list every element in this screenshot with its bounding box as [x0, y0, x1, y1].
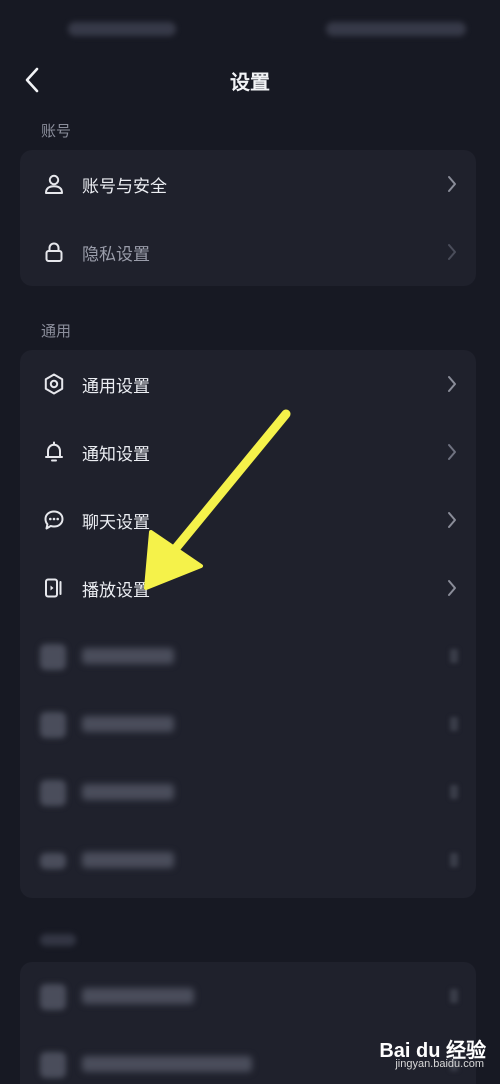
bell-icon	[41, 439, 67, 465]
blurred-label	[82, 1056, 252, 1072]
blurred-icon	[40, 644, 66, 670]
row-label: 账号与安全	[82, 177, 167, 197]
blurred-row[interactable]	[20, 758, 476, 826]
chevron-right-icon	[446, 443, 458, 461]
gear-icon	[41, 371, 67, 397]
chevron-right-icon	[450, 717, 458, 731]
blurred-label	[82, 716, 174, 732]
general-card: 通用设置 通知设置 聊天设置 播放设置	[20, 350, 476, 898]
chat-bubble-icon	[41, 507, 67, 533]
row-playback-settings[interactable]: 播放设置	[20, 554, 476, 622]
blurred-icon	[40, 780, 66, 806]
row-label: 通用设置	[82, 377, 150, 397]
section-label-account: 账号	[41, 122, 72, 140]
chevron-right-icon	[450, 785, 458, 799]
chevron-right-icon	[450, 853, 458, 867]
page-title: 设置	[230, 70, 270, 94]
blurred-label	[82, 988, 194, 1004]
play-device-icon	[41, 575, 67, 601]
row-privacy[interactable]: 隐私设置	[20, 218, 476, 286]
blurred-row[interactable]	[20, 690, 476, 758]
row-label: 聊天设置	[82, 513, 150, 533]
blurred-icon	[40, 853, 66, 869]
row-notification-settings[interactable]: 通知设置	[20, 418, 476, 486]
chevron-right-icon	[446, 511, 458, 529]
row-label: 隐私设置	[82, 245, 150, 265]
chevron-right-icon	[446, 243, 458, 261]
row-general-settings[interactable]: 通用设置	[20, 350, 476, 418]
blurred-icon	[40, 1052, 66, 1078]
blurred-label	[82, 648, 174, 664]
row-label: 播放设置	[82, 581, 150, 601]
lock-icon	[41, 239, 67, 265]
blurred-row[interactable]	[20, 826, 476, 894]
chevron-right-icon	[450, 989, 458, 1003]
chevron-right-icon	[446, 375, 458, 393]
chevron-right-icon	[450, 649, 458, 663]
chevron-right-icon	[446, 579, 458, 597]
account-card: 账号与安全 隐私设置	[20, 150, 476, 286]
blurred-row[interactable]	[20, 962, 476, 1030]
blurred-icon	[40, 712, 66, 738]
blurred-label	[82, 784, 174, 800]
row-chat-settings[interactable]: 聊天设置	[20, 486, 476, 554]
chevron-right-icon	[446, 175, 458, 193]
user-icon	[41, 171, 67, 197]
blurred-icon	[40, 984, 66, 1010]
status-icons-blurred	[326, 22, 466, 36]
baidu-jingyan-watermark: Bai du 经验 jingyan.baidu.com	[366, 1034, 486, 1076]
blurred-section-label	[40, 934, 76, 946]
blurred-label	[82, 852, 174, 868]
row-label: 通知设置	[82, 445, 150, 465]
row-account-security[interactable]: 账号与安全	[20, 150, 476, 218]
nav-bar: 设置	[0, 56, 500, 104]
status-time-blurred	[68, 22, 176, 36]
section-label-general: 通用	[41, 322, 72, 340]
watermark-url: jingyan.baidu.com	[395, 1058, 484, 1070]
status-bar	[0, 0, 500, 56]
blurred-row[interactable]	[20, 622, 476, 690]
